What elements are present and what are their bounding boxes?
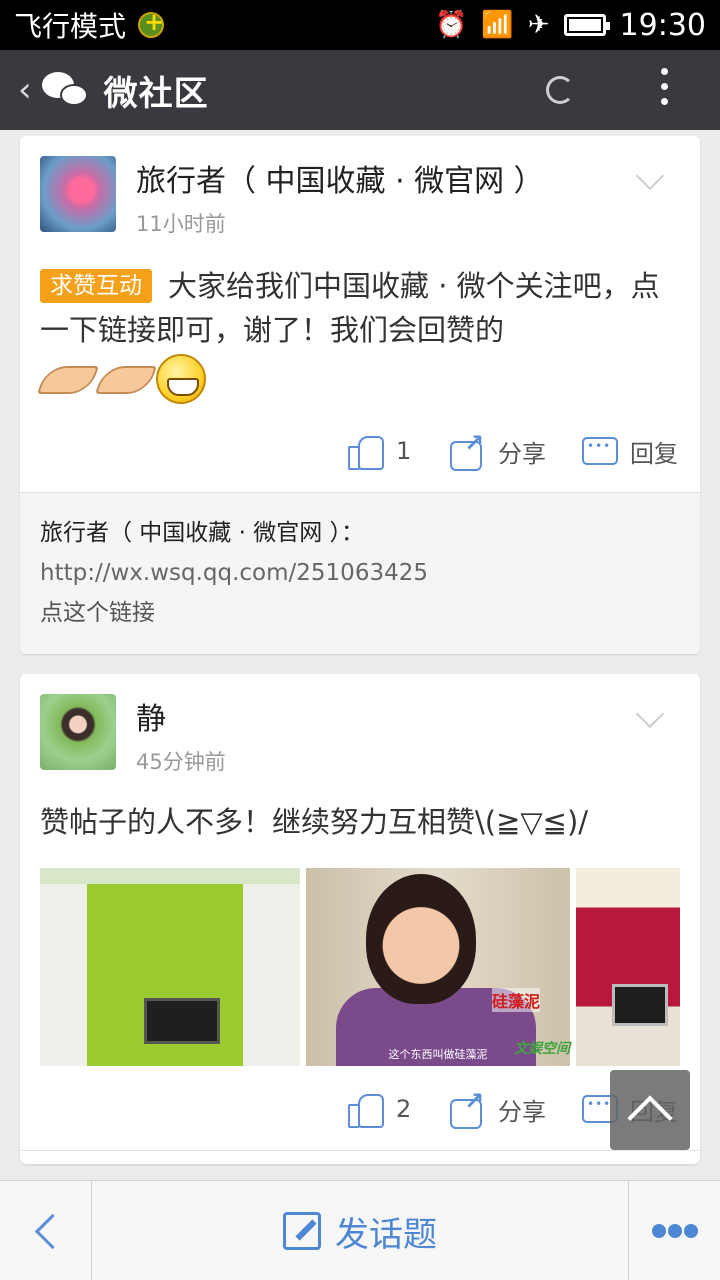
scroll-to-top-button[interactable] [610, 1070, 690, 1150]
post-time: 11小时前 [136, 212, 226, 236]
status-time: 19:30 [619, 7, 706, 43]
like-count: 2 [396, 1095, 412, 1123]
share-button[interactable]: 分享 [450, 1087, 546, 1129]
grin-icon [156, 354, 206, 404]
new-topic-label: 发话题 [335, 1214, 437, 1255]
photo-strip: 硅藻泥 这个东西叫做硅藻泥 文娱空间 [40, 868, 680, 1066]
divider [20, 1150, 700, 1151]
comment-icon [582, 435, 618, 469]
alarm-icon: ⏰ [434, 10, 468, 40]
thumbs-up-icon [348, 434, 384, 470]
shield-badge-icon [138, 8, 164, 38]
share-label: 分享 [498, 1098, 546, 1126]
app-header: ‹ 微社区 [0, 50, 720, 130]
bottom-toolbar: 发话题 [0, 1180, 720, 1280]
like-button[interactable]: 1 [348, 434, 412, 470]
new-topic-button[interactable]: 发话题 [92, 1181, 628, 1280]
post-photo[interactable]: 硅藻泥 这个东西叫做硅藻泥 文娱空间 [306, 868, 570, 1066]
like-button[interactable]: 2 [348, 1092, 412, 1128]
hands-icon [98, 354, 152, 398]
chevron-down-icon[interactable] [635, 699, 665, 729]
more-vert-icon[interactable] [654, 68, 674, 112]
hands-icon [40, 354, 94, 398]
battery-icon [563, 14, 610, 36]
post-actions: 2 分享 回复 [20, 1087, 700, 1132]
wechat-icon [41, 70, 90, 110]
like-count: 1 [396, 437, 412, 465]
post-tag[interactable]: 求赞互动 [40, 269, 152, 303]
reply-label: 回复 [630, 440, 678, 468]
share-label: 分享 [498, 440, 546, 468]
emoji-row [40, 354, 206, 404]
chevron-down-icon[interactable] [635, 161, 665, 191]
wifi-icon: 📶 [481, 10, 514, 40]
post-author[interactable]: 静 [136, 694, 166, 738]
thumbs-up-icon [348, 1092, 384, 1128]
status-bar: 飞行模式 ⏰ 📶 ✈ 19:30 [0, 0, 720, 50]
share-icon [450, 1087, 486, 1129]
back-chevron-icon[interactable]: ‹ [18, 70, 32, 110]
photo-tag-text: 硅藻泥 [491, 988, 540, 1012]
post-text[interactable]: 赞帖子的人不多！继续努力互相赞\(≧▽≦)/ [40, 800, 680, 844]
airplane-icon: ✈ [527, 10, 550, 40]
page-title: 微社区 [103, 73, 209, 114]
share-icon [450, 429, 486, 471]
post-card: 旅行者（ 中国收藏 · 微官网 ） 11小时前 求赞互动 大家给我们中国收藏 · … [20, 136, 700, 654]
post-body[interactable]: 求赞互动 大家给我们中国收藏 · 微个关注吧，点一下链接即可，谢了！我们会回赞的 [40, 264, 680, 352]
post-card: 静 45分钟前 赞帖子的人不多！继续努力互相赞\(≧▽≦)/ 硅藻泥 这个东西叫… [20, 674, 700, 1164]
back-button[interactable] [0, 1181, 92, 1280]
post-author[interactable]: 旅行者（ 中国收藏 · 微官网 ） [136, 156, 544, 200]
photo-logo: 文娱空间 [514, 1041, 570, 1057]
airplane-mode-label: 飞行模式 [14, 10, 127, 43]
comment-preview[interactable]: 旅行者（ 中国收藏 · 微官网 ）： http://wx.wsq.qq.com/… [20, 492, 700, 654]
post-photo[interactable] [576, 868, 680, 1066]
reply-button[interactable]: 回复 [582, 434, 678, 469]
comment-link[interactable]: http://wx.wsq.qq.com/251063425 [40, 560, 428, 586]
loading-spinner-icon [546, 76, 574, 104]
comment-author[interactable]: 旅行者（ 中国收藏 · 微官网 ）： [40, 520, 364, 546]
more-dots-icon[interactable] [628, 1181, 720, 1280]
comment-text: 点这个链接 [40, 600, 155, 626]
post-photo[interactable] [40, 868, 300, 1066]
post-actions: 1 分享 回复 [20, 429, 700, 474]
edit-icon [283, 1212, 321, 1250]
avatar[interactable] [40, 694, 116, 770]
share-button[interactable]: 分享 [450, 429, 546, 471]
avatar[interactable] [40, 156, 116, 232]
post-time: 45分钟前 [136, 750, 226, 774]
